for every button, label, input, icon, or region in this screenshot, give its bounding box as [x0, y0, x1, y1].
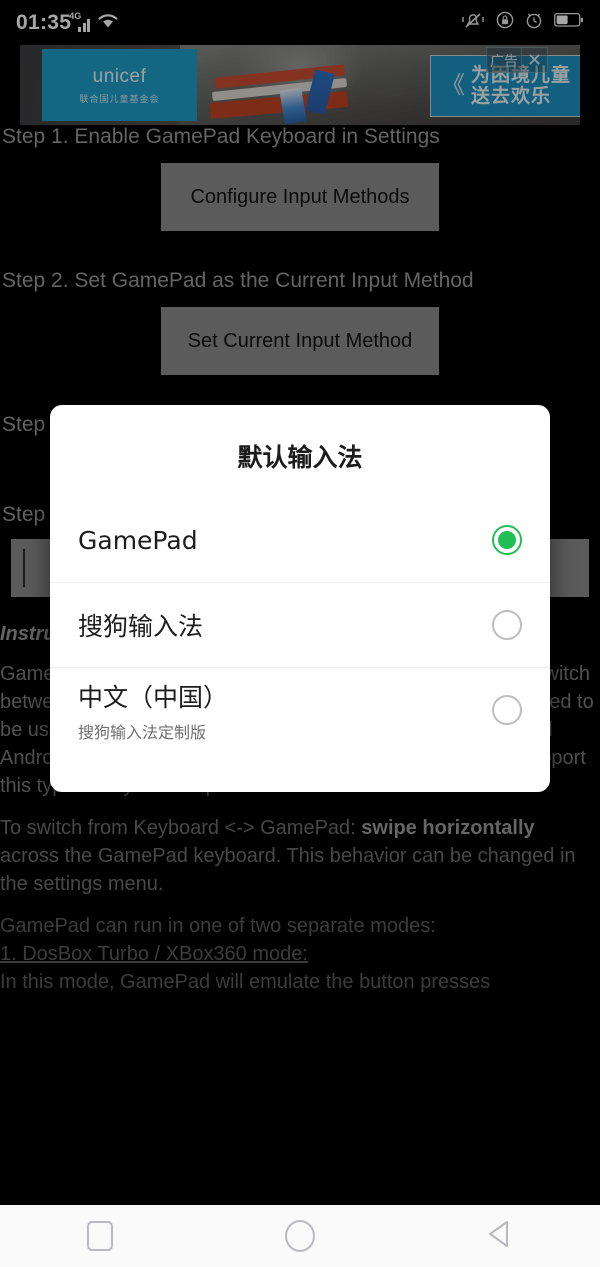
- lock-icon: [496, 11, 514, 34]
- vibrate-icon: [461, 11, 485, 34]
- square-icon: [87, 1221, 113, 1251]
- clock-text: 01:35: [16, 10, 72, 34]
- radio-button-sogou[interactable]: [492, 610, 522, 640]
- ad-banner[interactable]: 《 为困境儿童 送去欢乐 unicef 联合国儿童基金会 广告 ✕: [20, 45, 580, 125]
- mode-description: In this mode, GamePad will emulate the b…: [0, 971, 491, 993]
- network-type-label: 4G: [69, 10, 82, 21]
- recent-apps-button[interactable]: [0, 1221, 200, 1251]
- option-label: 中文（中国）: [78, 682, 229, 712]
- radio-button-gamepad[interactable]: [492, 525, 522, 555]
- input-method-option-gamepad[interactable]: GamePad: [50, 498, 550, 582]
- text-caret: [23, 549, 25, 587]
- ad-label: 广告: [486, 47, 522, 73]
- para2-suffix: across the GamePad keyboard. This behavi…: [0, 845, 576, 895]
- triangle-back-icon: [487, 1219, 513, 1254]
- default-input-method-dialog: 默认输入法 GamePad 搜狗输入法 中文（中国） 搜狗输入法定制版: [50, 405, 550, 792]
- step2-label: Step 2. Set GamePad as the Current Input…: [2, 269, 474, 292]
- home-button[interactable]: [200, 1220, 400, 1252]
- option-label: 搜狗输入法: [78, 612, 204, 641]
- circle-icon: [285, 1220, 315, 1252]
- modes-intro: GamePad can run in one of two separate m…: [0, 915, 436, 937]
- unicef-logo: unicef 联合国儿童基金会: [42, 49, 197, 121]
- navigation-bar: [0, 1205, 600, 1267]
- option-subtitle: 搜狗输入法定制版: [78, 722, 207, 742]
- option-labels: GamePad: [78, 526, 492, 555]
- step1-label: Step 1. Enable GamePad Keyboard in Setti…: [2, 125, 440, 148]
- para2-bold: swipe horizontally: [361, 817, 535, 839]
- unicef-chinese-name: 联合国儿童基金会: [79, 93, 160, 104]
- option-labels: 中文（中国） 搜狗输入法定制版: [78, 678, 492, 743]
- wifi-icon: [97, 12, 119, 34]
- phone-screen: 01:35 4G 《 为困境儿童 送去欢乐 unicef 联合国儿童基金会 广告…: [0, 0, 600, 1267]
- instructions-paragraph-2: To switch from Keyboard <-> GamePad: swi…: [0, 814, 600, 898]
- instructions-paragraph-3: GamePad can run in one of two separate m…: [0, 912, 600, 996]
- dialog-title: 默认输入法: [237, 443, 363, 472]
- input-method-option-chinese[interactable]: 中文（中国） 搜狗输入法定制版: [50, 668, 550, 752]
- set-current-input-method-button[interactable]: Set Current Input Method: [161, 307, 439, 375]
- configure-input-methods-button[interactable]: Configure Input Methods: [161, 163, 439, 231]
- status-bar-left: 01:35 4G: [16, 11, 119, 35]
- radio-button-chinese[interactable]: [492, 695, 522, 725]
- unicef-wordmark: unicef: [92, 65, 147, 87]
- para2-prefix: To switch from Keyboard <-> GamePad:: [0, 817, 362, 839]
- input-method-option-sogou[interactable]: 搜狗输入法: [50, 583, 550, 667]
- ad-tag-group[interactable]: 广告 ✕: [486, 47, 548, 73]
- ad-sign-line2: 送去欢乐: [471, 86, 552, 107]
- option-label: GamePad: [78, 525, 198, 555]
- status-bar-right: [461, 11, 584, 34]
- ad-sign-chevron: 《: [441, 72, 465, 99]
- back-button[interactable]: [400, 1219, 600, 1254]
- alarm-icon: [525, 11, 543, 34]
- status-bar: 01:35 4G: [0, 0, 600, 45]
- close-icon[interactable]: ✕: [522, 47, 548, 73]
- option-labels: 搜狗输入法: [78, 607, 492, 643]
- battery-icon: [554, 12, 584, 33]
- dosbox-mode-link[interactable]: 1. DosBox Turbo / XBox360 mode:: [0, 943, 308, 965]
- signal-bars-icon: 4G: [69, 11, 91, 32]
- input-method-list: GamePad 搜狗输入法 中文（中国） 搜狗输入法定制版: [50, 498, 550, 752]
